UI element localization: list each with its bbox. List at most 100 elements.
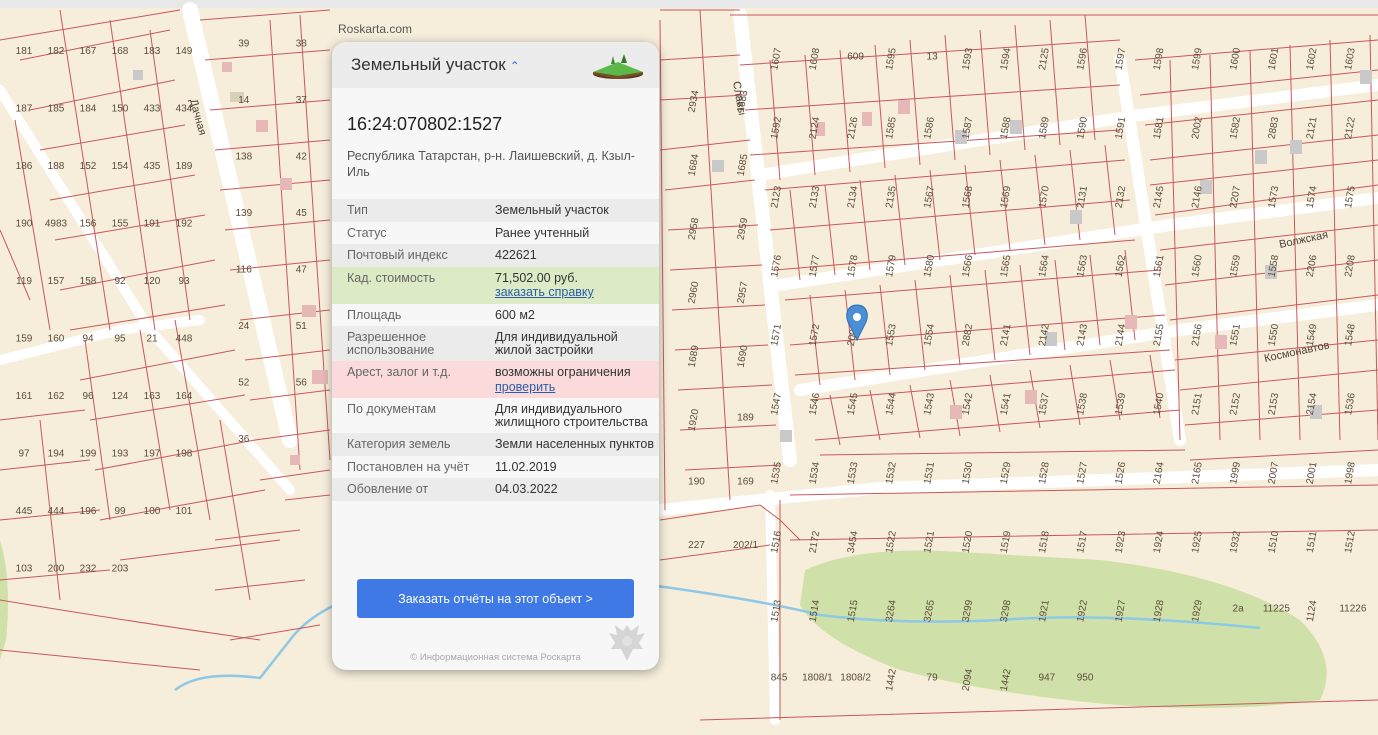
- row-key: Площадь: [347, 307, 402, 322]
- row-area: Площадь 600 м2: [332, 304, 659, 327]
- plot-number-label: 79: [927, 673, 939, 684]
- row-value: 71,502.00 руб.: [495, 270, 578, 285]
- plot-number-label: 193: [112, 448, 129, 459]
- row-key: По документам: [347, 402, 436, 416]
- row-value: Земельный участок: [495, 203, 609, 217]
- plot-number-label: 52: [238, 377, 250, 388]
- map-top-bar: [0, 0, 1378, 8]
- plot-number-label: 96: [82, 391, 94, 402]
- plot-number-label: 100: [144, 506, 161, 517]
- plot-number-label: 187: [16, 103, 33, 114]
- row-postal-code: Почтовый индекс 422621: [332, 244, 659, 267]
- plot-number-label: 161: [16, 391, 33, 402]
- plot-number-label: 2a: [1233, 604, 1245, 615]
- land-plot-icon: [593, 54, 643, 79]
- plot-number-label: 149: [176, 46, 193, 57]
- plot-number-label: 164: [176, 391, 193, 402]
- row-value: Ранее учтенный: [495, 225, 590, 240]
- plot-number-label: 154: [112, 161, 129, 172]
- plot-number-label: 609: [847, 52, 864, 63]
- plot-number-label: 183: [144, 46, 161, 57]
- row-cadastral-value: Кад. стоимость 71,502.00 руб. заказать с…: [332, 266, 659, 304]
- row-value: 422621: [495, 248, 537, 262]
- plot-number-label: 182: [48, 46, 65, 57]
- plot-number-label: 38: [296, 38, 308, 49]
- plot-number-label: 169: [737, 476, 754, 487]
- chevron-up-icon[interactable]: ⌃: [510, 59, 520, 73]
- plot-number-label: 445: [16, 506, 33, 517]
- plot-number-label: 184: [80, 103, 97, 114]
- plot-number-label: 435: [144, 161, 161, 172]
- row-by-documents: По документам Для индивидуального жилищн…: [332, 398, 659, 433]
- card-header[interactable]: Земельный участок ⌃: [332, 42, 659, 88]
- plot-number-label: 39: [238, 38, 250, 49]
- plot-number-label: 947: [1039, 673, 1056, 684]
- plot-number-label: 189: [737, 413, 754, 424]
- plot-number-label: 94: [82, 333, 94, 344]
- order-reports-button[interactable]: Заказать отчёты на этот объект >: [357, 579, 634, 618]
- plot-number-label: 124: [112, 391, 129, 402]
- row-key: Обовление от: [347, 482, 429, 496]
- row-key: Постановлен на учёт: [347, 459, 470, 474]
- site-watermark: Roskarta.com: [338, 22, 413, 36]
- plot-number-label: 181: [16, 46, 33, 57]
- plot-number-label: 152: [80, 161, 97, 172]
- plot-number-label: 448: [176, 333, 193, 344]
- row-registered: Постановлен на учёт 11.02.2019: [332, 456, 659, 479]
- plot-number-label: 162: [48, 391, 65, 402]
- plot-number-label: 199: [80, 448, 97, 459]
- plot-number-label: 845: [771, 673, 788, 684]
- plot-number-label: 119: [16, 276, 32, 287]
- row-key: Тип: [347, 203, 368, 217]
- plot-number-label: 196: [80, 506, 97, 517]
- order-certificate-link[interactable]: заказать справку: [495, 286, 655, 299]
- row-value: 600 м2: [495, 307, 535, 322]
- row-key: Почтовый индекс: [347, 248, 448, 262]
- plot-number-label: 138: [235, 151, 252, 162]
- plot-number-label: 159: [16, 333, 33, 344]
- plot-number-label: 93: [178, 276, 190, 287]
- check-link[interactable]: проверить: [495, 380, 655, 394]
- plot-number-label: 13: [927, 52, 939, 63]
- row-value: 11.02.2019: [495, 459, 557, 474]
- row-value: 04.03.2022: [495, 482, 558, 496]
- plot-number-label: 190: [688, 476, 705, 487]
- plot-number-label: 157: [48, 276, 65, 287]
- plot-number-label: 232: [80, 563, 97, 574]
- row-key: Арест, залог и т.д.: [347, 365, 451, 379]
- plot-number-label: 203: [112, 563, 129, 574]
- plot-number-label: 168: [112, 46, 129, 57]
- plot-number-label: 24: [238, 321, 250, 332]
- plot-number-label: 14: [238, 95, 250, 106]
- row-value: Земли населенных пунктов: [495, 437, 654, 451]
- plot-number-label: 21: [146, 333, 158, 344]
- plot-number-label: 155: [112, 218, 129, 229]
- plot-number-label: 97: [18, 448, 30, 459]
- row-key: Разрешенное использование: [347, 330, 435, 357]
- plot-number-label: 188: [48, 161, 65, 172]
- row-key: Кад. стоимость: [347, 270, 436, 285]
- plot-number-label: 200: [48, 563, 65, 574]
- plot-number-label: 186: [16, 161, 33, 172]
- row-status: Статус Ранее учтенный: [332, 222, 659, 245]
- plot-number-label: 444: [48, 506, 65, 517]
- plot-number-label: 1808/1: [802, 673, 833, 684]
- plot-number-label: 51: [296, 321, 308, 332]
- plot-number-label: 158: [80, 276, 97, 287]
- row-land-category: Категория земель Земли населенных пункто…: [332, 433, 659, 456]
- cadastral-map[interactable]: 181 182 167 168 183 149187 185 184 150 433 434186 1…: [0, 0, 1378, 735]
- plot-number-label: 950: [1077, 673, 1094, 684]
- copyright-text: © Информационная система Роскарта: [410, 652, 581, 663]
- plot-number-label: 1808/2: [840, 673, 871, 684]
- plot-number-label: 185: [48, 103, 65, 114]
- plot-number-label: 192: [176, 218, 193, 229]
- cadastral-number: 16:24:070802:1527: [347, 114, 503, 134]
- plot-number-label: 11225: [1263, 604, 1291, 615]
- row-value-wrap: 71,502.00 руб. заказать справку: [495, 270, 655, 299]
- row-key: Категория земель: [347, 437, 451, 451]
- plot-number-label: 103: [16, 563, 33, 574]
- row-value: Для индивидуального жилищного строительс…: [495, 402, 648, 429]
- plot-number-label: 101: [176, 506, 193, 517]
- plot-number-label: 189: [176, 161, 193, 172]
- row-value: возможны ограничения: [495, 365, 631, 379]
